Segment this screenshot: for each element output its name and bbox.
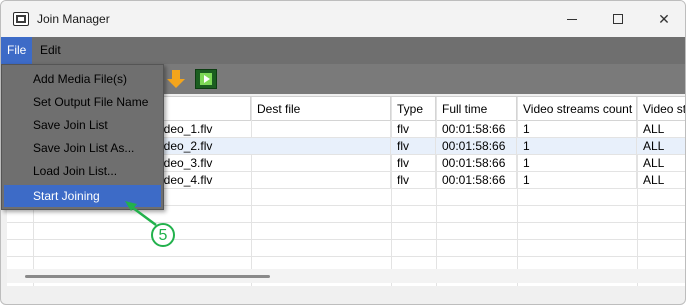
menu-item-load-join-list[interactable]: Load Join List...: [4, 160, 161, 182]
menu-item-add-media-files[interactable]: Add Media File(s): [4, 68, 161, 90]
file-menu-dropdown: Add Media File(s) Set Output File Name S…: [1, 64, 164, 210]
column-header-type[interactable]: Type: [391, 97, 436, 121]
column-header-video-streams-count[interactable]: Video streams count: [517, 97, 637, 121]
close-button[interactable]: ✕: [641, 1, 685, 37]
join-manager-window: Join Manager ✕ File Edit Dest file Type …: [0, 0, 686, 305]
cell-full-time: 00:01:58:66: [436, 155, 517, 172]
scrollbar-thumb[interactable]: [25, 275, 270, 278]
cell-video-str: ALL: [643, 139, 665, 153]
cell-video-streams-count: 1: [517, 172, 637, 189]
close-icon: ✕: [658, 10, 670, 27]
cell-dest-file: [251, 155, 391, 172]
cell-full-time: 00:01:58:66: [436, 121, 517, 138]
table-row-empty: [7, 240, 685, 257]
cell-type: flv: [391, 155, 436, 172]
title-bar: Join Manager ✕: [1, 1, 685, 37]
cell-full-time: 00:01:58:66: [436, 138, 517, 155]
minimize-icon: [567, 18, 577, 20]
minimize-button[interactable]: [549, 1, 595, 37]
menu-file[interactable]: File: [1, 37, 32, 64]
menu-bar: File Edit: [1, 37, 685, 64]
maximize-icon: [613, 14, 623, 24]
cell-video-streams-count: 1: [517, 121, 637, 138]
cell-source-file: ideo_2.flv: [161, 139, 213, 153]
cell-dest-file: [251, 138, 391, 155]
app-icon: [13, 12, 29, 26]
menu-edit[interactable]: Edit: [34, 37, 67, 64]
table-row-empty: [7, 223, 685, 240]
cell-video-str: ALL: [643, 156, 665, 170]
cell-video-streams-count: 1: [517, 138, 637, 155]
maximize-button[interactable]: [595, 1, 641, 37]
horizontal-scrollbar[interactable]: [7, 269, 685, 283]
cell-source-file: ideo_4.flv: [161, 173, 213, 187]
menu-item-start-joining[interactable]: Start Joining: [4, 185, 161, 207]
cell-source-file: ideo_3.flv: [161, 156, 213, 170]
window-title: Join Manager: [37, 12, 110, 26]
column-header-video-str[interactable]: Video str: [637, 97, 685, 121]
menu-item-set-output-file-name[interactable]: Set Output File Name: [4, 91, 161, 113]
cell-full-time: 00:01:58:66: [436, 172, 517, 189]
cell-type: flv: [391, 138, 436, 155]
cell-type: flv: [391, 121, 436, 138]
film-play-icon[interactable]: [195, 69, 217, 89]
cell-dest-file: [251, 172, 391, 189]
cell-video-str: ALL: [643, 122, 665, 136]
cell-type: flv: [391, 172, 436, 189]
cell-video-str: ALL: [643, 173, 665, 187]
cell-dest-file: [251, 121, 391, 138]
column-header-full-time[interactable]: Full time: [436, 97, 517, 121]
arrow-down-icon[interactable]: [166, 69, 186, 89]
menu-item-save-join-list-as[interactable]: Save Join List As...: [4, 137, 161, 159]
annotation-step-number: 5: [151, 223, 175, 247]
cell-source-file: ideo_1.flv: [161, 122, 213, 136]
column-header-dest-file[interactable]: Dest file: [251, 97, 391, 121]
menu-item-save-join-list[interactable]: Save Join List: [4, 114, 161, 136]
cell-video-streams-count: 1: [517, 155, 637, 172]
